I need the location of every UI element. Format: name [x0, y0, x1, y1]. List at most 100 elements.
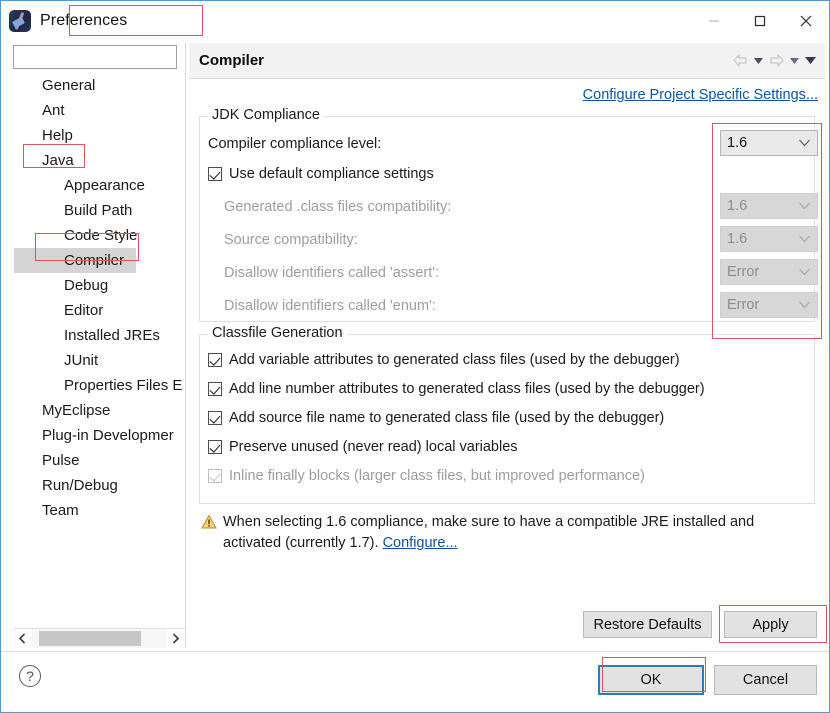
sidebar-item-build-path[interactable]: Build Path	[14, 198, 185, 223]
jdk-row-label-0: Generated .class files compatibility:	[224, 194, 451, 220]
use-default-compliance-row[interactable]: Use default compliance settings	[208, 161, 434, 187]
use-default-compliance-label: Use default compliance settings	[229, 166, 434, 182]
jdk-row-label-2: Disallow identifiers called 'assert':	[224, 260, 439, 286]
back-chevron-down-icon[interactable]	[752, 53, 765, 69]
chevron-right-icon[interactable]	[166, 629, 185, 648]
chevron-down-icon	[799, 301, 810, 309]
use-default-compliance-checkbox[interactable]	[208, 167, 222, 181]
jre-warning-text: When selecting 1.6 compliance, make sure…	[223, 514, 755, 551]
classfile-option-row-2[interactable]: Add source file name to generated class …	[208, 405, 664, 431]
classfile-option-label-4: Inline finally blocks (larger class file…	[229, 468, 645, 484]
warning-triangle-icon	[201, 514, 217, 530]
jdk-row-select-1[interactable]: 1.6	[720, 226, 818, 252]
help-question-icon[interactable]: ?	[19, 665, 41, 687]
filter-input[interactable]	[13, 45, 177, 69]
scrollbar-thumb[interactable]	[39, 631, 141, 646]
classfile-option-label-3: Preserve unused (never read) local varia…	[229, 439, 518, 455]
restore-defaults-button[interactable]: Restore Defaults	[583, 611, 712, 638]
back-arrow-icon[interactable]	[732, 53, 749, 69]
window-controls	[691, 1, 829, 41]
sidebar-item-editor[interactable]: Editor	[14, 298, 185, 323]
tree-horizontal-scrollbar[interactable]	[13, 628, 185, 648]
classfile-generation-group: Classfile Generation Add variable attrib…	[199, 325, 815, 504]
configure-project-settings-row: Configure Project Specific Settings...	[583, 87, 818, 103]
jdk-row-value-2: Error	[727, 264, 760, 280]
classfile-option-checkbox-0[interactable]	[208, 353, 222, 367]
forward-chevron-down-icon[interactable]	[788, 53, 801, 69]
compiler-compliance-level-label: Compiler compliance level:	[208, 136, 382, 152]
classfile-option-checkbox-3[interactable]	[208, 440, 222, 454]
page-title: Compiler	[199, 52, 265, 69]
jre-warning: When selecting 1.6 compliance, make sure…	[201, 512, 811, 554]
classfile-option-label-1: Add line number attributes to generated …	[229, 381, 705, 397]
sidebar-item-debug[interactable]: Debug	[14, 273, 185, 298]
jdk-row-select-2[interactable]: Error	[720, 259, 818, 285]
classfile-option-checkbox-2[interactable]	[208, 411, 222, 425]
sidebar-item-myeclipse[interactable]: MyEclipse	[14, 398, 185, 423]
jdk-compliance-title: JDK Compliance	[208, 107, 324, 123]
classfile-option-row-4[interactable]: Inline finally blocks (larger class file…	[208, 463, 645, 489]
compiler-compliance-level-select[interactable]: 1.6	[720, 130, 818, 156]
chevron-down-icon	[799, 139, 810, 147]
minimize-icon[interactable]	[691, 1, 737, 41]
jdk-row-text-3: Disallow identifiers called 'enum':	[224, 298, 436, 314]
header-toolbar	[732, 53, 817, 69]
jdk-row-text-1: Source compatibility:	[224, 232, 358, 248]
classfile-option-checkbox-1[interactable]	[208, 382, 222, 396]
sidebar-item-installed-jres[interactable]: Installed JREs	[14, 323, 185, 348]
jdk-row-select-3[interactable]: Error	[720, 292, 818, 318]
chevron-down-icon	[799, 235, 810, 243]
preferences-tree[interactable]: General Ant Help Java Appearance Build Path Co…	[13, 73, 185, 616]
jdk-row-value-3: Error	[727, 297, 760, 313]
configure-jre-link[interactable]: Configure...	[383, 535, 458, 551]
sidebar-item-general[interactable]: General	[14, 73, 185, 98]
jdk-row-select-0[interactable]: 1.6	[720, 193, 818, 219]
cancel-button[interactable]: Cancel	[714, 665, 817, 695]
preferences-dialog: Preferences General Ant Help Java Appearance…	[0, 0, 830, 713]
maximize-icon[interactable]	[737, 1, 783, 41]
panel-divider	[185, 43, 186, 648]
sidebar-item-run-debug[interactable]: Run/Debug	[14, 473, 185, 498]
title-bar: Preferences	[1, 1, 829, 41]
classfile-option-checkbox-4[interactable]	[208, 469, 222, 483]
chevron-left-icon[interactable]	[13, 629, 32, 648]
sidebar: General Ant Help Java Appearance Build Path Co…	[7, 43, 185, 648]
compiler-compliance-level-label-row: Compiler compliance level:	[208, 131, 381, 157]
sidebar-item-pulse[interactable]: Pulse	[14, 448, 185, 473]
classfile-option-row-3[interactable]: Preserve unused (never read) local varia…	[208, 434, 518, 460]
sidebar-item-help[interactable]: Help	[14, 123, 185, 148]
chevron-down-icon	[799, 268, 810, 276]
ok-button[interactable]: OK	[598, 665, 704, 695]
classfile-generation-title: Classfile Generation	[208, 325, 347, 341]
configure-project-specific-settings-link[interactable]: Configure Project Specific Settings...	[583, 87, 818, 103]
menu-chevron-down-icon[interactable]	[804, 53, 817, 69]
sidebar-item-properties-files-e[interactable]: Properties Files E	[14, 373, 185, 398]
sidebar-item-appearance[interactable]: Appearance	[14, 173, 185, 198]
sidebar-item-ant[interactable]: Ant	[14, 98, 185, 123]
sidebar-item-plug-in-developmer[interactable]: Plug-in Developmer	[14, 423, 185, 448]
forward-arrow-icon[interactable]	[768, 53, 785, 69]
jdk-row-value-0: 1.6	[727, 198, 748, 214]
jdk-row-text-2: Disallow identifiers called 'assert':	[224, 265, 440, 281]
classfile-option-label-0: Add variable attributes to generated cla…	[229, 352, 680, 368]
window-title: Preferences	[40, 12, 128, 29]
footer-divider	[1, 651, 829, 652]
sidebar-item-java[interactable]: Java	[14, 148, 185, 173]
sidebar-item-team[interactable]: Team	[14, 498, 185, 523]
compiler-compliance-level-value: 1.6	[727, 135, 748, 151]
content-panel: Compiler Configure Project Specific Sett…	[189, 43, 825, 606]
sidebar-item-junit[interactable]: JUnit	[14, 348, 185, 373]
apply-button[interactable]: Apply	[724, 611, 817, 638]
close-icon[interactable]	[783, 1, 829, 41]
scrollbar-track[interactable]	[32, 629, 166, 648]
classfile-option-label-2: Add source file name to generated class …	[229, 410, 665, 426]
jdk-row-label-3: Disallow identifiers called 'enum':	[224, 293, 436, 319]
sidebar-item-code-style[interactable]: Code Style	[14, 223, 185, 248]
content-header: Compiler	[189, 43, 825, 79]
jdk-row-value-1: 1.6	[727, 231, 748, 247]
classfile-option-row-1[interactable]: Add line number attributes to generated …	[208, 376, 705, 402]
jdk-row-label-1: Source compatibility:	[224, 227, 358, 253]
classfile-option-row-0[interactable]: Add variable attributes to generated cla…	[208, 347, 680, 373]
settings-body: Configure Project Specific Settings... J…	[189, 80, 825, 606]
sidebar-item-compiler[interactable]: Compiler	[14, 248, 137, 273]
